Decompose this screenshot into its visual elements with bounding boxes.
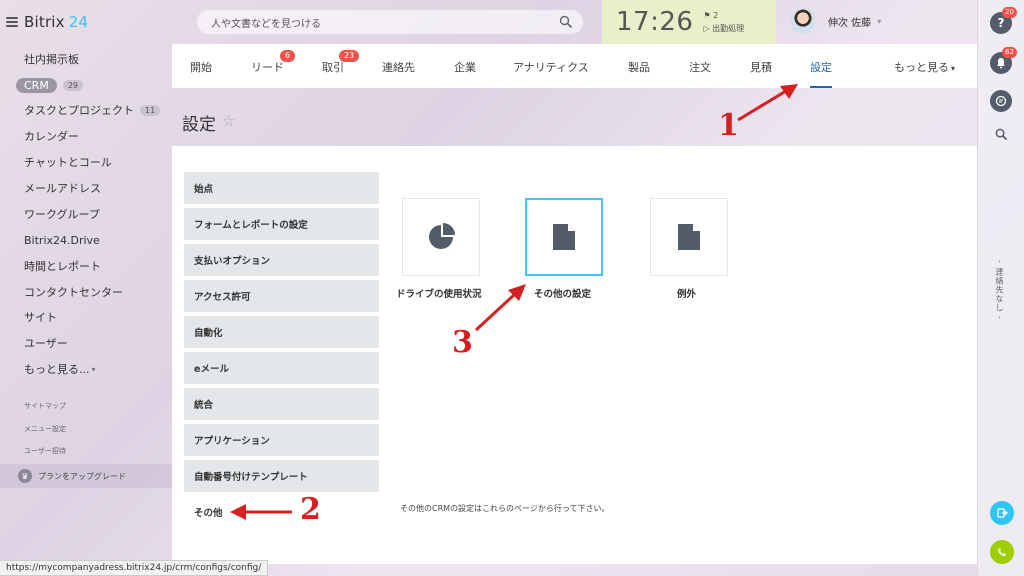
sidebar-item-contact-center[interactable]: コンタクトセンター	[24, 283, 123, 301]
pie-chart-icon	[429, 223, 455, 249]
star-icon[interactable]: ☆	[222, 112, 235, 130]
call-button[interactable]	[990, 540, 1014, 564]
tab-deals[interactable]: 取引 23	[322, 44, 360, 88]
sidebar-item-mail[interactable]: メールアドレス	[24, 179, 101, 197]
tile-label-exceptions[interactable]: 例外	[677, 286, 696, 300]
notifications-badge: 62	[1002, 47, 1017, 58]
flag-icon: ⚑	[703, 11, 711, 20]
share-icon	[997, 508, 1008, 518]
logo-row: Bitrix 24	[6, 12, 88, 32]
right-rail: ? 20 62 - 連絡先なし -	[977, 0, 1024, 576]
clock-time: 17:26	[616, 7, 694, 37]
tile-drive-usage[interactable]	[402, 198, 480, 276]
share-button[interactable]	[990, 501, 1014, 525]
crown-icon: ♛	[18, 469, 32, 483]
sidebar-item-time-reports[interactable]: 時間とレポート	[24, 257, 101, 275]
tab-products[interactable]: 製品	[628, 44, 650, 88]
tab-orders[interactable]: 注文	[689, 44, 711, 88]
sidebar-item-sites[interactable]: サイト	[24, 308, 57, 326]
help-button[interactable]: ? 20	[990, 7, 1017, 34]
settings-menu-forms-reports[interactable]: フォームとレポートの設定	[184, 208, 379, 240]
settings-menu-automation[interactable]: 自動化	[184, 316, 379, 348]
settings-panel: 始点 フォームとレポートの設定 支払いオプション アクセス許可 自動化 eメール…	[172, 146, 977, 564]
work-time-clock[interactable]: 17:26 ⚑ 2 ▷ 出勤処理	[602, 0, 776, 44]
settings-menu-email[interactable]: eメール	[184, 352, 379, 384]
tab-more[interactable]: もっと見る ▾	[894, 44, 955, 88]
sidebar-item-news[interactable]: 社内掲示板	[24, 50, 79, 68]
sidebar-item-users[interactable]: ユーザー	[24, 334, 68, 352]
upgrade-plan-button[interactable]: ♛ プランをアップグレード	[0, 464, 172, 488]
tab-leads[interactable]: リード 6	[251, 44, 296, 88]
chevron-down-icon: ▾	[951, 64, 956, 73]
clock-in-status[interactable]: ▷ 出勤処理	[703, 22, 744, 35]
play-icon: ▷	[703, 24, 710, 33]
sitemap-link[interactable]: サイトマップ	[24, 401, 66, 411]
no-contacts-text: - 連絡先なし -	[995, 260, 1004, 320]
chevron-down-icon: ▾	[91, 364, 96, 374]
search-icon	[995, 128, 1007, 140]
crm-tabs: 開始 リード 6 取引 23 連絡先 企業 アナリティクス 製品 注文 見積 設定 …	[172, 44, 977, 88]
question-icon: ?	[997, 16, 1005, 30]
search-input[interactable]: 人や文書などを見つける	[197, 10, 583, 34]
sidebar-item-chat[interactable]: チャットとコール	[24, 153, 112, 171]
sidebar-item-crm[interactable]: CRM 29	[16, 76, 84, 94]
user-name: 伸次 佐藤	[828, 17, 872, 29]
settings-menu-applications[interactable]: アプリケーション	[184, 424, 379, 456]
tasks-count-badge: 11	[140, 104, 161, 116]
tab-start[interactable]: 開始	[190, 44, 212, 88]
rail-search-button[interactable]	[990, 123, 1012, 145]
menu-icon[interactable]	[6, 17, 18, 27]
logo[interactable]: Bitrix 24	[24, 13, 88, 31]
document-icon	[678, 224, 700, 250]
tab-settings[interactable]: 設定	[810, 44, 832, 88]
sidebar-item-calendar[interactable]: カレンダー	[24, 127, 79, 145]
status-bar-url: https://mycompanyadress.bitrix24.jp/crm/…	[0, 560, 269, 576]
annotation-number-3: 3	[452, 325, 473, 360]
tab-quotes[interactable]: 見積	[750, 44, 772, 88]
help-badge: 20	[1002, 7, 1017, 18]
tile-label-drive-usage[interactable]: ドライブの使用状況	[396, 286, 482, 300]
sidebar-item-workgroups[interactable]: ワークグループ	[24, 205, 100, 223]
chat-icon	[995, 95, 1007, 107]
tile-other-settings[interactable]	[525, 198, 603, 276]
tile-exceptions[interactable]	[650, 198, 728, 276]
tab-contacts[interactable]: 連絡先	[382, 44, 415, 88]
settings-menu-access[interactable]: アクセス許可	[184, 280, 379, 312]
tile-label-other-settings[interactable]: その他の設定	[534, 286, 591, 300]
bell-icon	[997, 58, 1005, 69]
annotation-number-2: 2	[300, 492, 321, 527]
settings-menu-numbering[interactable]: 自動番号付けテンプレート	[184, 460, 379, 492]
flag-counter: ⚑ 2	[703, 11, 719, 20]
main-content: 開始 リード 6 取引 23 連絡先 企業 アナリティクス 製品 注文 見積 設定 …	[172, 44, 977, 576]
search-icon[interactable]	[559, 15, 573, 29]
tab-companies[interactable]: 企業	[454, 44, 476, 88]
settings-menu-payment[interactable]: 支払いオプション	[184, 244, 379, 276]
annotation-number-1: 1	[718, 108, 739, 143]
sidebar-item-tasks[interactable]: タスクとプロジェクト 11	[24, 101, 161, 119]
page-title: 設定	[182, 115, 216, 135]
avatar[interactable]	[790, 8, 816, 34]
tab-analytics[interactable]: アナリティクス	[513, 44, 589, 88]
settings-menu-integration[interactable]: 統合	[184, 388, 379, 420]
sidebar-item-drive[interactable]: Bitrix24.Drive	[24, 231, 100, 249]
settings-menu-start[interactable]: 始点	[184, 172, 379, 204]
settings-menu-other[interactable]: その他	[184, 496, 379, 528]
panel-note: その他のCRMの設定はこれらのページから行って下さい。	[400, 504, 610, 513]
invite-users-link[interactable]: ユーザー招待	[24, 446, 66, 456]
chat-button[interactable]	[990, 90, 1012, 112]
search-placeholder: 人や文書などを見つける	[211, 18, 321, 30]
upgrade-plan-label: プランをアップグレード	[38, 471, 126, 481]
phone-icon	[998, 548, 1006, 556]
sidebar-item-more[interactable]: もっと見る... ▾	[24, 360, 96, 378]
notifications-button[interactable]: 62	[990, 47, 1017, 74]
left-sidebar: Bitrix 24 社内掲示板 CRM 29 タスクとプロジェクト 11 カレンダー …	[0, 0, 172, 576]
leads-badge: 6	[280, 50, 296, 62]
menu-settings-link[interactable]: メニュー設定	[24, 424, 66, 434]
chevron-down-icon: ▾	[877, 16, 882, 26]
document-icon	[553, 224, 575, 250]
crm-count-badge: 29	[62, 79, 84, 91]
deals-badge: 23	[339, 50, 360, 62]
user-menu[interactable]: 伸次 佐藤 ▾	[790, 8, 881, 34]
